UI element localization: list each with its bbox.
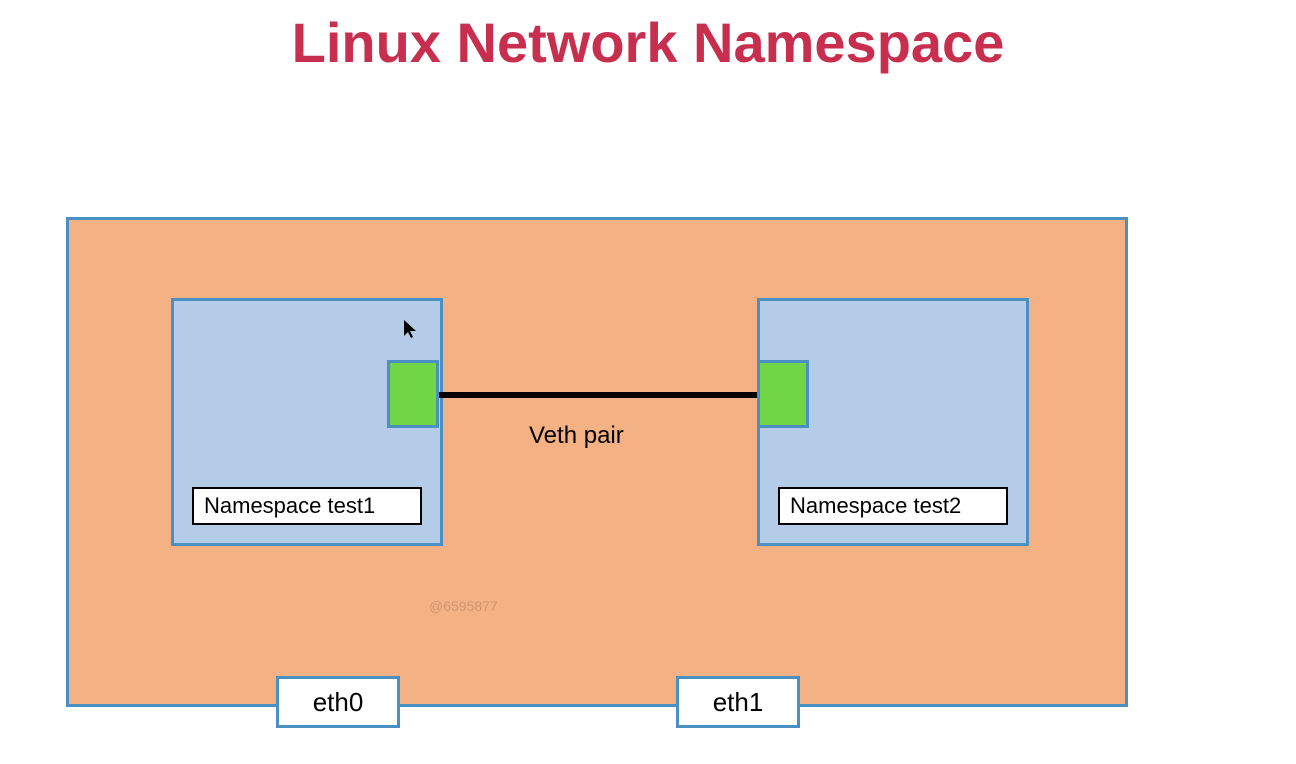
veth-endpoint-right bbox=[757, 360, 809, 428]
namespace-test2-label: Namespace test2 bbox=[778, 487, 1008, 525]
eth0-interface-label: eth0 bbox=[276, 676, 400, 728]
namespace-test1-label: Namespace test1 bbox=[192, 487, 422, 525]
watermark: @6595877 bbox=[429, 598, 498, 614]
veth-connection-line bbox=[439, 392, 757, 398]
eth1-interface-label: eth1 bbox=[676, 676, 800, 728]
veth-pair-label: Veth pair bbox=[529, 422, 624, 450]
veth-endpoint-left bbox=[387, 360, 439, 428]
diagram-title: Linux Network Namespace bbox=[0, 10, 1296, 75]
host-container: Namespace test1 Namespace test2 Veth pai… bbox=[66, 217, 1128, 707]
